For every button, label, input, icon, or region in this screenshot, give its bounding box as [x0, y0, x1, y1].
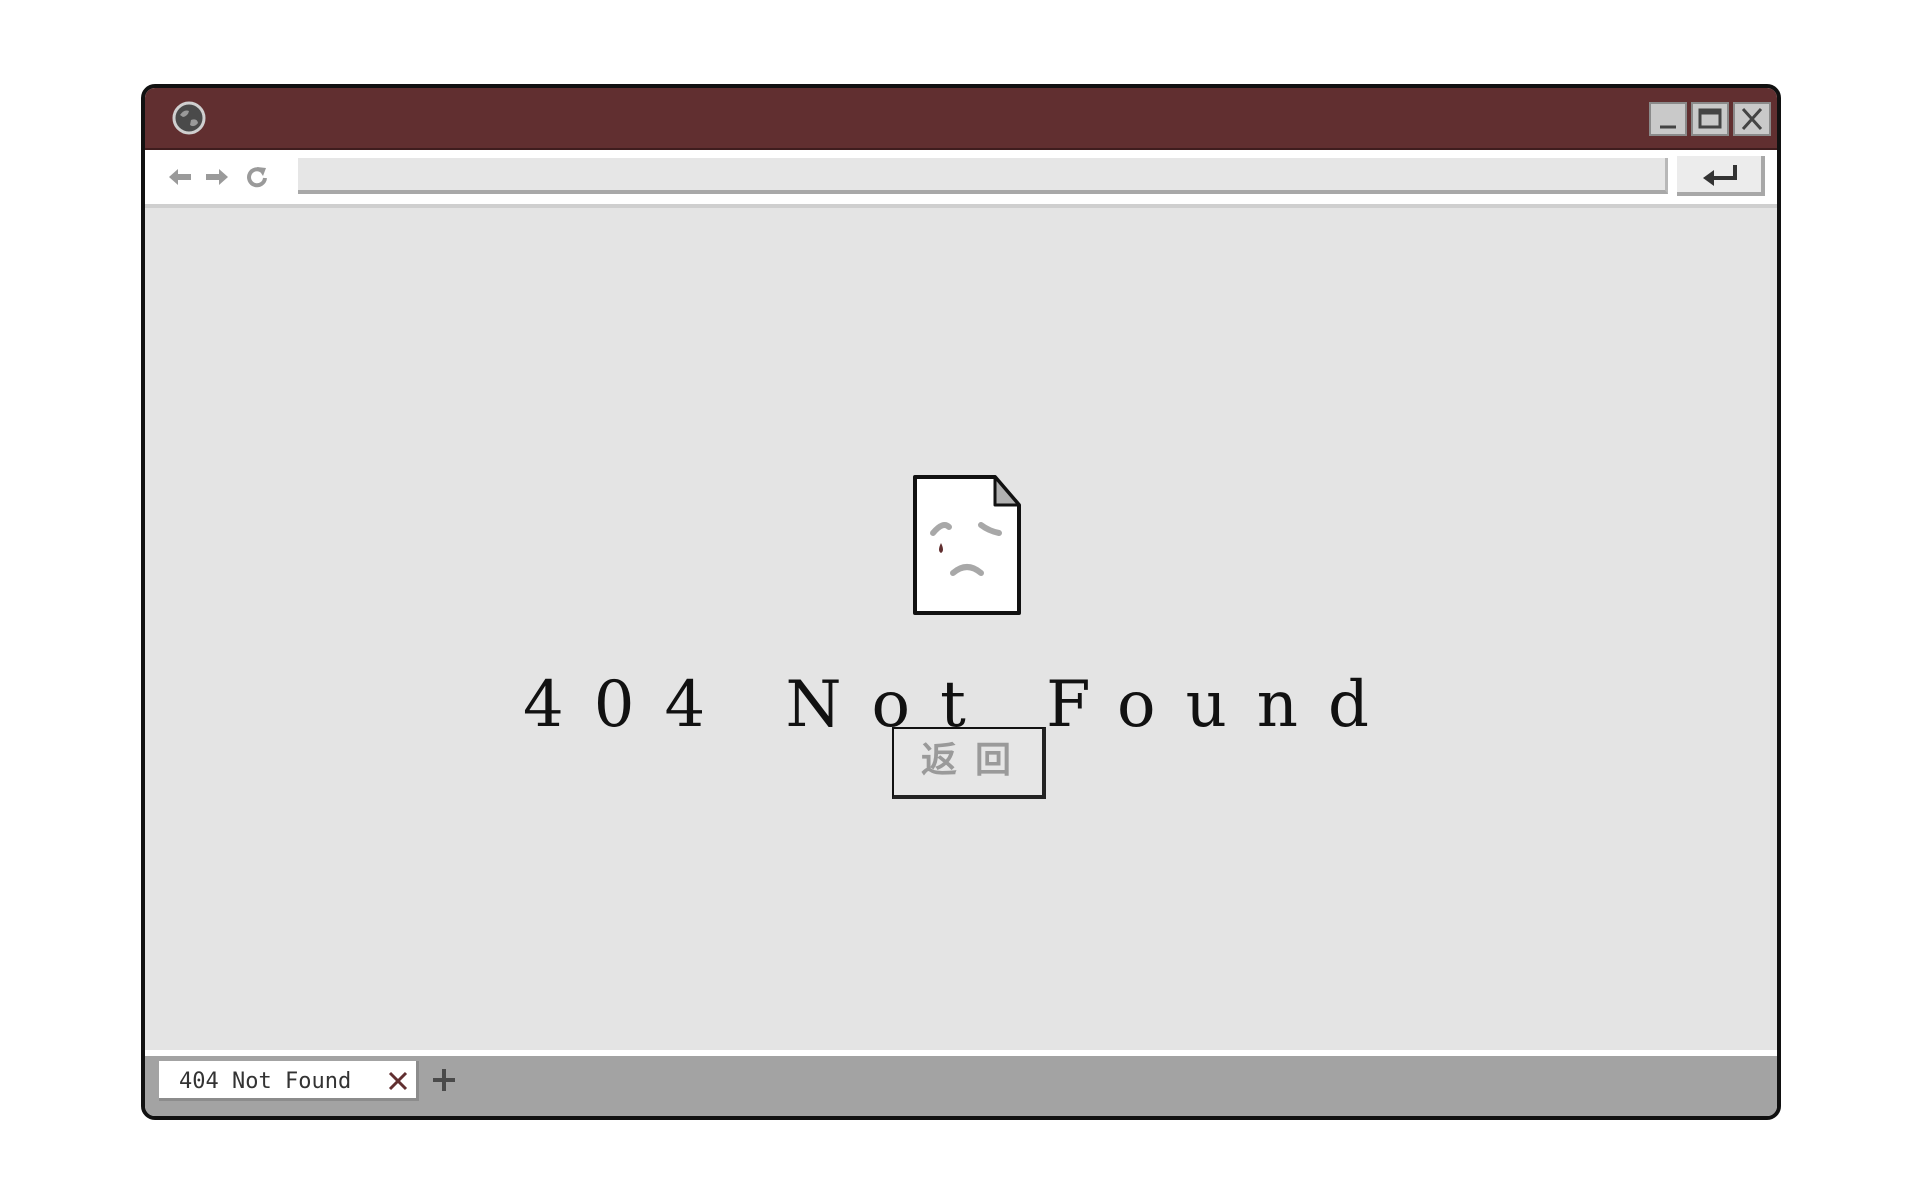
return-button[interactable]: 返回 — [892, 727, 1046, 799]
minimize-button[interactable] — [1649, 102, 1687, 136]
close-icon — [1741, 107, 1763, 131]
enter-icon — [1703, 165, 1737, 186]
browser-window: 404 Not Found 返回 404 Not Found — [141, 84, 1781, 1120]
tab-404-not-found[interactable]: 404 Not Found — [159, 1061, 419, 1101]
address-bar[interactable] — [298, 158, 1668, 194]
tab-label: 404 Not Found — [179, 1069, 352, 1094]
go-button[interactable] — [1677, 156, 1765, 196]
maximize-icon — [1698, 108, 1722, 129]
sad-document-icon — [913, 475, 1021, 615]
close-icon[interactable] — [387, 1070, 409, 1092]
maximize-button[interactable] — [1691, 102, 1729, 136]
minimize-icon — [1660, 125, 1676, 129]
reload-icon[interactable] — [242, 162, 272, 192]
close-window-button[interactable] — [1733, 102, 1771, 136]
arrow-left-icon[interactable] — [165, 162, 195, 192]
arrow-right-icon[interactable] — [202, 162, 232, 192]
toolbar — [145, 150, 1777, 208]
page-content: 404 Not Found 返回 — [145, 208, 1777, 1056]
globe-icon — [172, 101, 206, 135]
plus-icon[interactable] — [431, 1067, 457, 1093]
title-bar[interactable] — [145, 88, 1777, 150]
tab-bar: 404 Not Found — [145, 1050, 1777, 1116]
